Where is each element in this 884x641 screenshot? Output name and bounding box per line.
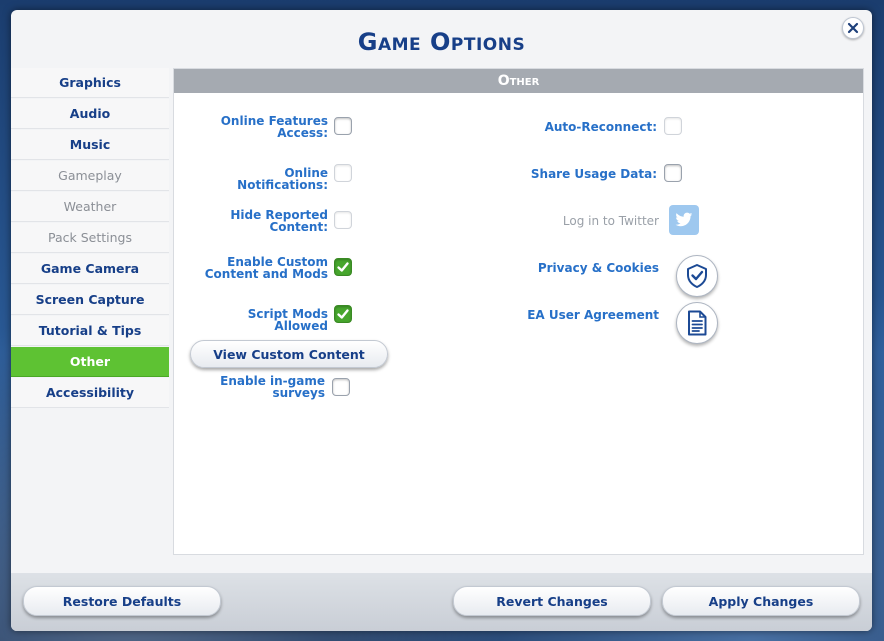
checkmark-icon: [337, 262, 349, 272]
hide-reported-checkbox[interactable]: [334, 211, 352, 229]
twitter-icon: [675, 212, 693, 227]
document-icon: [688, 310, 707, 336]
close-icon: [847, 22, 859, 34]
auto-reconnect-checkbox[interactable]: [664, 117, 682, 135]
sidebar-item-tutorial-tips[interactable]: Tutorial & Tips: [11, 316, 169, 346]
online-features-checkbox[interactable]: [334, 117, 352, 135]
sidebar-item-graphics[interactable]: Graphics: [11, 68, 169, 98]
share-usage-label: Share Usage Data:: [530, 167, 657, 181]
sidebar-item-other[interactable]: Other: [11, 347, 169, 377]
hide-reported-label: Hide Reported Content:: [230, 208, 328, 234]
checkmark-icon: [337, 309, 349, 319]
game-options-dialog: Game Options Graphics Audio Music Gamepl…: [11, 10, 872, 631]
online-features-label: Online Features Access:: [220, 114, 328, 140]
options-panel: Other Online Features Access: Online Not…: [173, 68, 864, 555]
privacy-cookies-label: Privacy & Cookies: [537, 261, 659, 275]
options-sidebar: Graphics Audio Music Gameplay Weather Pa…: [11, 68, 169, 409]
ingame-surveys-checkbox[interactable]: [332, 378, 350, 396]
revert-changes-button[interactable]: Revert Changes: [453, 586, 651, 616]
twitter-login-label: Log in to Twitter: [562, 214, 659, 228]
sidebar-item-audio[interactable]: Audio: [11, 99, 169, 129]
view-custom-content-button[interactable]: View Custom Content: [190, 340, 388, 368]
dialog-title: Game Options: [357, 28, 526, 56]
sidebar-item-weather: Weather: [11, 192, 169, 222]
restore-defaults-button[interactable]: Restore Defaults: [23, 586, 221, 616]
twitter-login-button[interactable]: [669, 205, 699, 235]
sidebar-item-game-camera[interactable]: Game Camera: [11, 254, 169, 284]
close-button[interactable]: [842, 17, 864, 39]
sidebar-item-gameplay: Gameplay: [11, 161, 169, 191]
enable-custom-content-checkbox[interactable]: [334, 258, 352, 276]
sidebar-item-music[interactable]: Music: [11, 130, 169, 160]
online-notifications-checkbox[interactable]: [334, 164, 352, 182]
panel-header: Other: [174, 69, 863, 93]
privacy-cookies-button[interactable]: [676, 255, 718, 297]
auto-reconnect-label: Auto-Reconnect:: [544, 120, 657, 134]
shield-check-icon: [687, 264, 707, 288]
dialog-footer: Restore Defaults Revert Changes Apply Ch…: [11, 573, 872, 631]
sidebar-item-screen-capture[interactable]: Screen Capture: [11, 285, 169, 315]
ea-user-agreement-button[interactable]: [676, 302, 718, 344]
script-mods-checkbox[interactable]: [334, 305, 352, 323]
ingame-surveys-label: Enable in-game surveys: [220, 374, 325, 400]
enable-custom-content-label: Enable Custom Content and Mods: [204, 255, 328, 281]
sidebar-item-accessibility[interactable]: Accessibility: [11, 378, 169, 408]
apply-changes-button[interactable]: Apply Changes: [662, 586, 860, 616]
ea-user-agreement-label: EA User Agreement: [527, 308, 659, 322]
sidebar-item-pack-settings: Pack Settings: [11, 223, 169, 253]
online-notifications-label: Online Notifications:: [237, 166, 328, 192]
script-mods-label: Script Mods Allowed: [247, 307, 328, 333]
share-usage-checkbox[interactable]: [664, 164, 682, 182]
